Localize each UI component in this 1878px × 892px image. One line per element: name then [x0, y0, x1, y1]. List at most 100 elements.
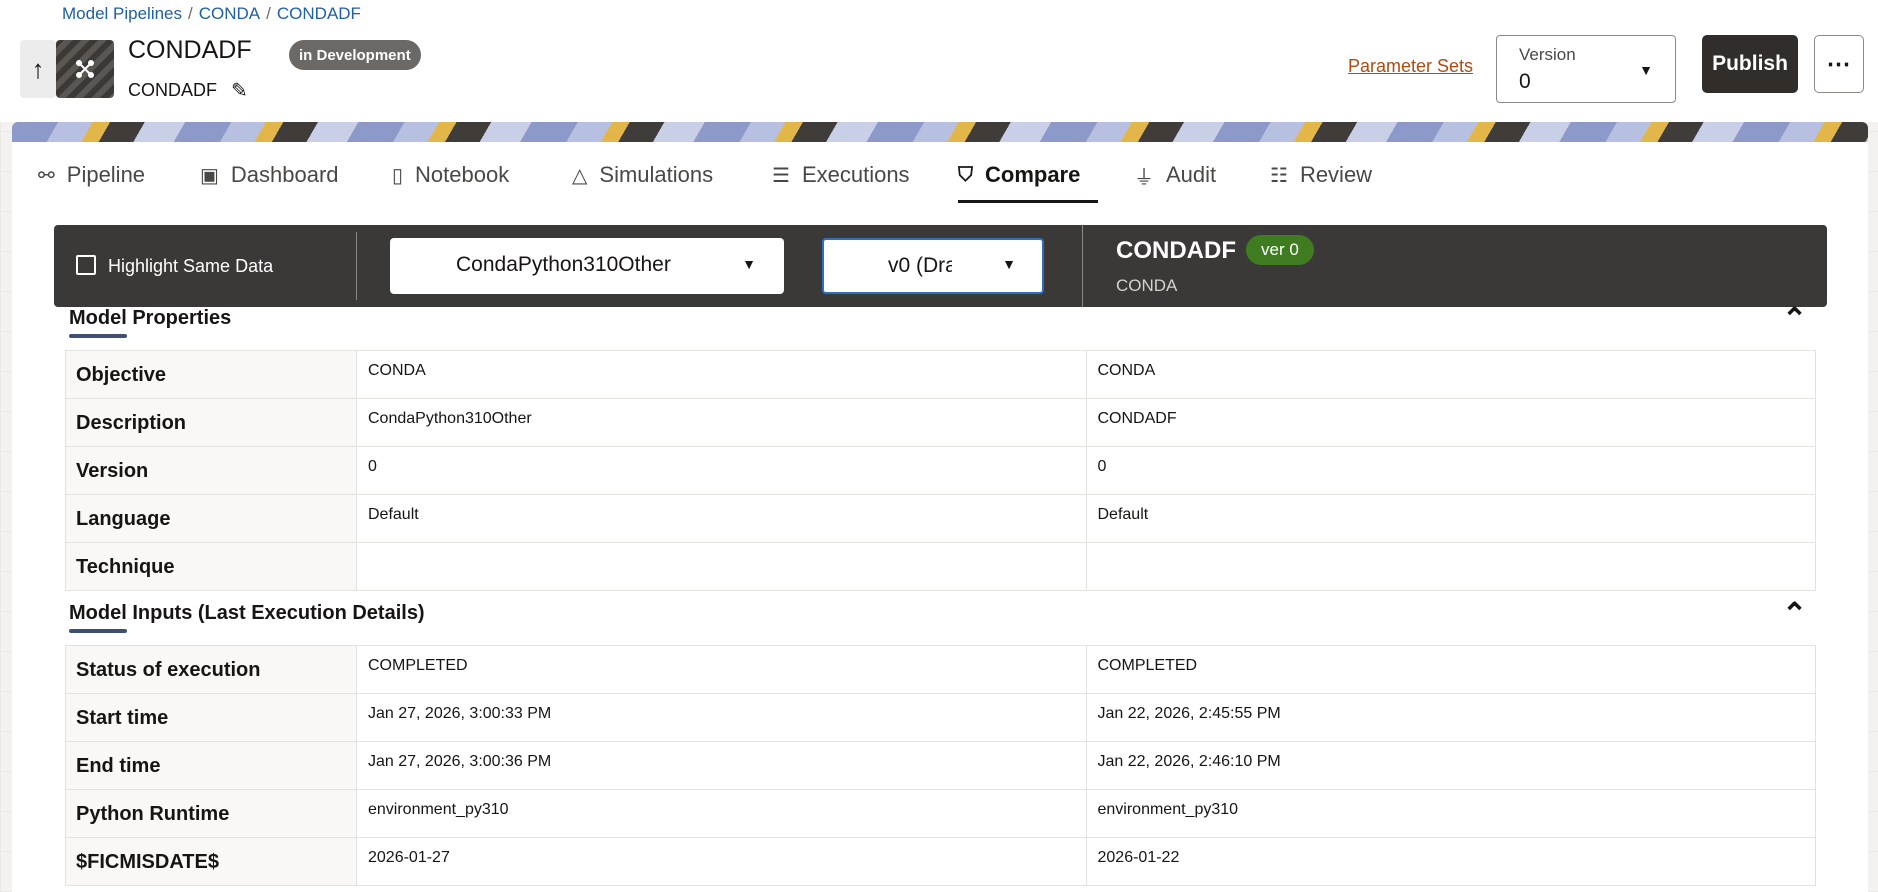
row-key: Technique: [65, 542, 357, 591]
version-compare-select[interactable]: v0 (Dra ▼: [822, 238, 1044, 294]
executions-icon: ☰: [772, 164, 790, 187]
review-icon: ☷: [1270, 164, 1288, 187]
table-row: $FICMISDATE$ 2026-01-27 2026-01-22: [65, 837, 1816, 886]
row-key: $FICMISDATE$: [65, 837, 357, 886]
tab-label: Audit: [1166, 162, 1217, 187]
breadcrumb-link-conda[interactable]: CONDA: [199, 4, 260, 24]
row-value-right: Default: [1085, 494, 1816, 543]
table-row: Version 0 0: [65, 446, 1816, 495]
collapse-section-icon[interactable]: ⌃: [1782, 597, 1807, 632]
parameter-sets-link[interactable]: Parameter Sets: [1348, 56, 1473, 77]
row-key: Language: [65, 494, 357, 543]
tab-notebook[interactable]: ▯ Notebook: [392, 158, 509, 192]
tab-label: Review: [1299, 162, 1373, 187]
publish-button[interactable]: Publish: [1702, 35, 1798, 93]
collapse-section-icon[interactable]: ⌃: [1782, 302, 1807, 337]
caret-down-icon: ▼: [742, 256, 756, 272]
map-icon: ⛉: [958, 163, 973, 186]
table-row: Objective CONDA CONDA: [65, 350, 1816, 399]
row-value-right: 2026-01-22: [1085, 837, 1816, 886]
divider: [356, 232, 357, 300]
model-properties-table: Objective CONDA CONDA Description CondaP…: [65, 350, 1816, 591]
row-value-left: Default: [356, 494, 1087, 543]
funnel-icon: ⏚: [1134, 166, 1154, 189]
divider: [1082, 225, 1083, 307]
caret-down-icon: ▼: [1002, 256, 1016, 272]
section-title-model-inputs: Model Inputs (Last Execution Details): [69, 602, 425, 624]
tab-bar: ⚯ Pipeline ▣ Dashboard ▯ Notebook △ Simu…: [12, 142, 1868, 206]
breadcrumb-link-condadf[interactable]: CONDADF: [277, 4, 361, 24]
page-subtitle: CONDADF ✎: [128, 78, 248, 103]
main-card: ⚯ Pipeline ▣ Dashboard ▯ Notebook △ Simu…: [12, 142, 1868, 892]
row-value-left: Jan 27, 2026, 3:00:36 PM: [356, 741, 1087, 790]
row-value-left: 2026-01-27: [356, 837, 1087, 886]
row-value-left: COMPLETED: [356, 645, 1087, 694]
tab-simulations[interactable]: △ Simulations: [572, 158, 713, 192]
dashboard-icon: ▣: [200, 164, 219, 187]
highlight-same-data-label: Highlight Same Data: [108, 256, 274, 276]
row-value-left: 0: [356, 446, 1087, 495]
tab-label: Compare: [985, 162, 1081, 187]
row-value-right: 0: [1085, 446, 1816, 495]
model-select[interactable]: CondaPython310Other ▼: [390, 238, 784, 294]
status-badge: in Development: [289, 40, 421, 70]
pipeline-avatar: [56, 40, 114, 98]
table-row: Description CondaPython310Other CONDADF: [65, 398, 1816, 447]
compare-target-title: CONDADF: [1116, 237, 1236, 264]
ellipsis-icon: ⋯: [1826, 50, 1852, 78]
row-value-right: CONDA: [1085, 350, 1816, 399]
tab-label: Executions: [801, 162, 910, 187]
compare-toolbar: Highlight Same Data CondaPython310Other …: [54, 225, 1827, 307]
row-key: Objective: [65, 350, 357, 399]
section-underline: [69, 629, 127, 633]
notebook-icon: ▯: [392, 164, 404, 187]
tab-compare[interactable]: ⛉ Compare: [958, 158, 1080, 192]
tab-review[interactable]: ☷ Review: [1270, 158, 1372, 192]
row-key: Start time: [65, 693, 357, 742]
table-row: Start time Jan 27, 2026, 3:00:33 PM Jan …: [65, 693, 1816, 742]
table-row: Technique: [65, 542, 1816, 591]
row-value-left: [356, 542, 1087, 591]
header-bar: Model Pipelines / CONDA / CONDADF ↑ COND…: [0, 0, 1878, 122]
tab-executions[interactable]: ☰ Executions: [772, 158, 910, 192]
pipeline-icon: [76, 60, 94, 78]
row-value-right: environment_py310: [1085, 789, 1816, 838]
highlight-same-data-checkbox[interactable]: [76, 255, 96, 275]
section-title-model-properties: Model Properties: [69, 307, 232, 329]
back-button[interactable]: ↑: [20, 40, 56, 98]
row-value-right: COMPLETED: [1085, 645, 1816, 694]
simulations-icon: △: [572, 164, 588, 187]
page-title: CONDADF: [128, 36, 252, 64]
active-tab-indicator: [958, 200, 1098, 203]
model-inputs-table: Status of execution COMPLETED COMPLETED …: [65, 645, 1816, 886]
tab-audit[interactable]: ⏚ Audit: [1134, 158, 1216, 192]
version-select-label: Version: [1519, 45, 1576, 64]
breadcrumb-link-model-pipelines[interactable]: Model Pipelines: [62, 4, 182, 24]
tab-dashboard[interactable]: ▣ Dashboard: [200, 158, 339, 192]
row-value-left: Jan 27, 2026, 3:00:33 PM: [356, 693, 1087, 742]
caret-down-icon: ▼: [1639, 62, 1653, 78]
tab-label: Pipeline: [66, 162, 146, 187]
row-key: Description: [65, 398, 357, 447]
table-row: Python Runtime environment_py310 environ…: [65, 789, 1816, 838]
row-value-right: [1085, 542, 1816, 591]
more-options-button[interactable]: ⋯: [1814, 35, 1864, 93]
version-select[interactable]: Version 0 ▼: [1496, 35, 1676, 103]
tab-pipeline[interactable]: ⚯ Pipeline: [38, 158, 145, 192]
edit-pencil-icon[interactable]: ✎: [231, 78, 248, 103]
table-row: Status of execution COMPLETED COMPLETED: [65, 645, 1816, 694]
tab-label: Dashboard: [230, 162, 339, 187]
breadcrumb-separator: /: [266, 4, 271, 23]
arrow-up-icon: ↑: [31, 53, 45, 84]
table-row: End time Jan 27, 2026, 3:00:36 PM Jan 22…: [65, 741, 1816, 790]
row-key: Version: [65, 446, 357, 495]
tab-label: Simulations: [599, 162, 714, 187]
version-badge: ver 0: [1246, 235, 1314, 265]
row-key: Python Runtime: [65, 789, 357, 838]
decorative-banner: [12, 122, 1868, 144]
tab-label: Notebook: [415, 162, 510, 187]
row-key: Status of execution: [65, 645, 357, 694]
table-row: Language Default Default: [65, 494, 1816, 543]
row-key: End time: [65, 741, 357, 790]
row-value-left: CondaPython310Other: [356, 398, 1087, 447]
